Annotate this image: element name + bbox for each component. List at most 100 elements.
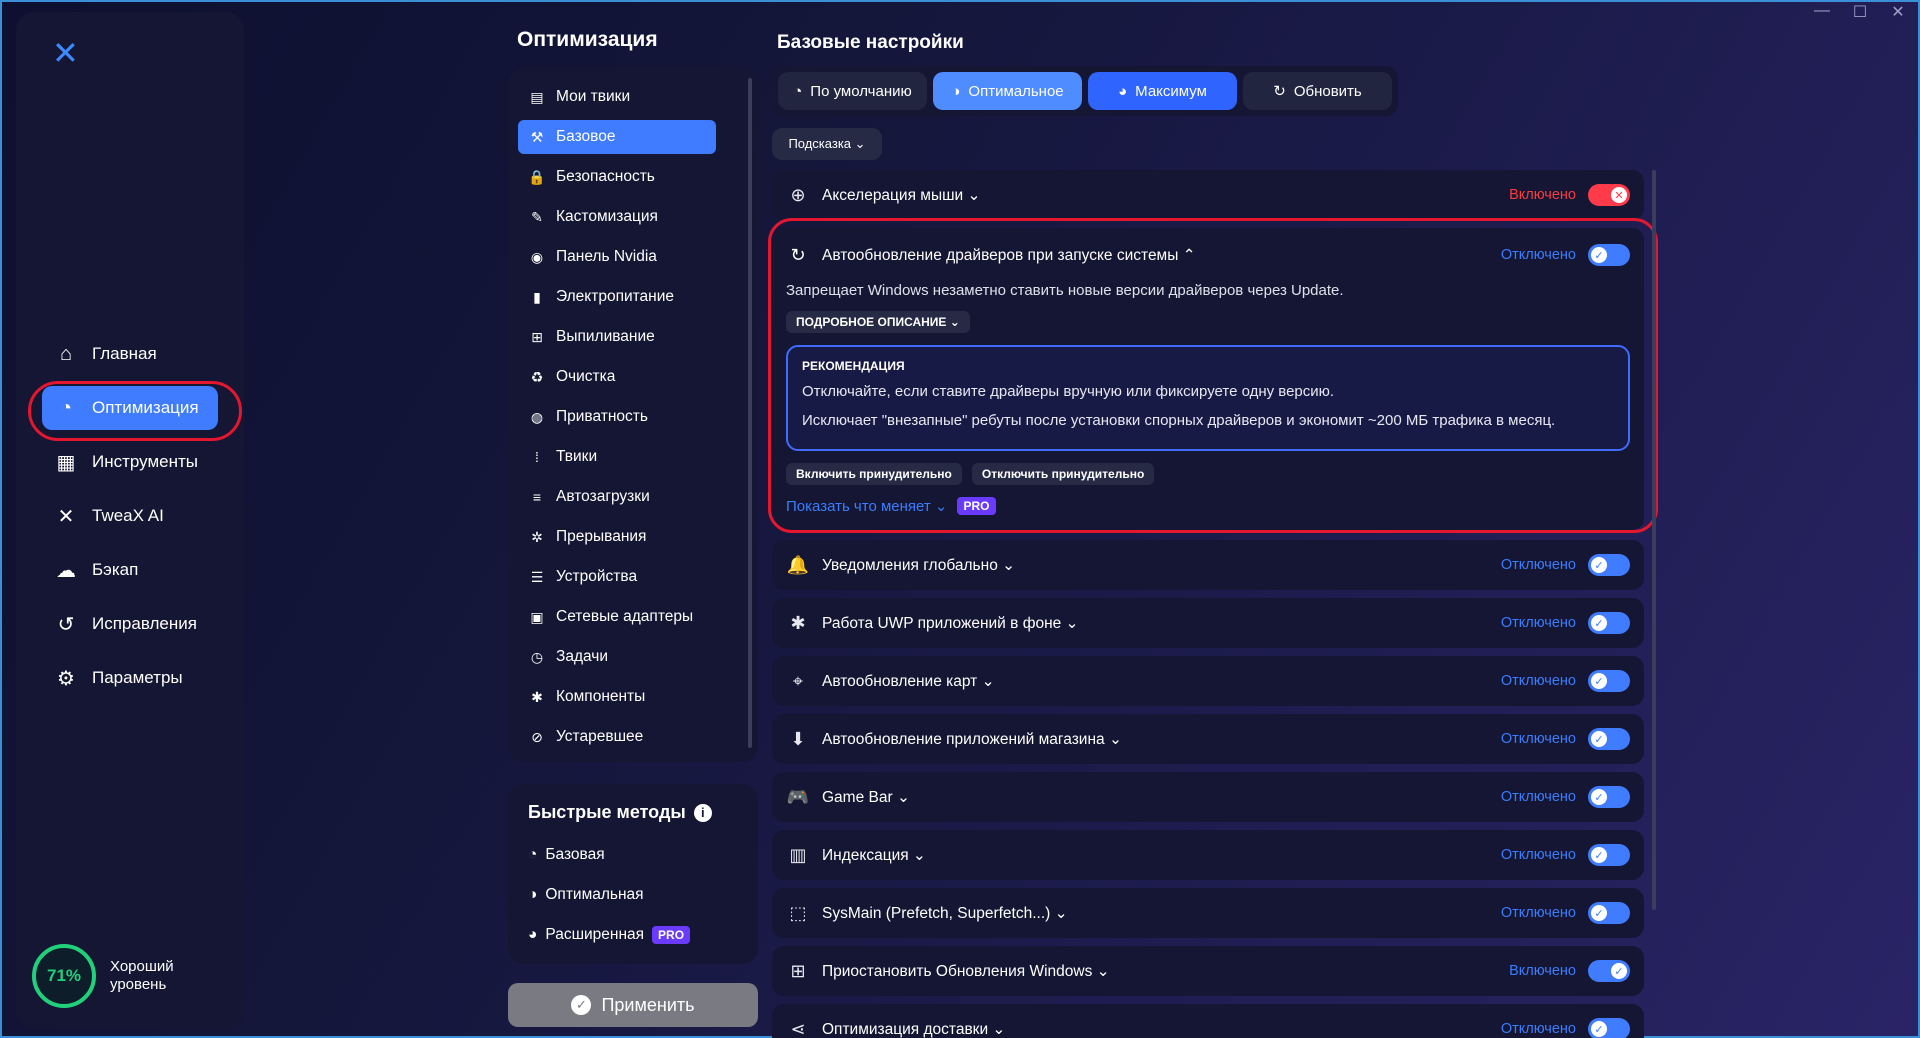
preset-icon: ◑ bbox=[951, 82, 961, 100]
battery-icon: ▮ bbox=[533, 288, 541, 305]
home-icon: ⌂ bbox=[59, 342, 73, 365]
category-item[interactable]: ☰ Устройства bbox=[518, 560, 716, 594]
gear-icon: ⚙ bbox=[57, 667, 75, 690]
x-icon: ✕ bbox=[1611, 187, 1627, 203]
brush-icon: ✎ bbox=[531, 208, 543, 225]
setting-toggle[interactable]: ✓ bbox=[1588, 670, 1630, 692]
category-scrollbar[interactable] bbox=[748, 78, 752, 748]
preset-button[interactable]: ◔ По умолчанию bbox=[778, 72, 927, 110]
setting-label: Акселерация мыши ⌄ bbox=[822, 186, 981, 204]
category-item[interactable]: ✎ Кастомизация bbox=[518, 200, 716, 234]
nav-item-label: Главная bbox=[92, 344, 157, 363]
setting-row[interactable]: ⋖ Оптимизация доставки ⌄ Отключено ✓ bbox=[772, 1004, 1644, 1038]
category-label: Компоненты bbox=[556, 688, 646, 705]
settings-list: ⊕ Акселерация мыши ⌄ Включено ✕ ↻ Автообнов… bbox=[772, 170, 1644, 1038]
preset-button[interactable]: ◑ Оптимальное bbox=[933, 72, 1082, 110]
category-item[interactable]: ✲ Прерывания bbox=[518, 520, 716, 554]
force-enable-button[interactable]: Включить принудительно bbox=[786, 463, 962, 485]
setting-toggle[interactable]: ✓ bbox=[1588, 786, 1630, 808]
category-item[interactable]: ▮ Электропитание bbox=[518, 280, 716, 314]
deprecated-icon: ⊘ bbox=[531, 728, 543, 745]
category-item[interactable]: ≡ Автозагрузки bbox=[518, 480, 716, 514]
setting-row[interactable]: ⊞ Приостановить Обновления Windows ⌄ Включ… bbox=[772, 946, 1644, 996]
setting-toggle[interactable]: ✓ bbox=[1588, 728, 1630, 750]
preset-button[interactable]: ◕ Максимум bbox=[1088, 72, 1237, 110]
history-icon: ↺ bbox=[57, 613, 75, 636]
category-label: Очистка bbox=[556, 368, 616, 385]
minimize-icon[interactable]: — bbox=[1812, 2, 1832, 22]
expanded-header[interactable]: ↻ Автообновление драйверов при запуске с… bbox=[786, 242, 1630, 268]
quick-method-item[interactable]: ◑ Оптимальная bbox=[528, 875, 758, 915]
nav-item-2[interactable]: ▦ Инструменты bbox=[42, 440, 218, 484]
category-item[interactable]: ♻ Очистка bbox=[518, 360, 716, 394]
setting-toggle[interactable]: ✓ bbox=[1588, 554, 1630, 576]
check-icon: ✓ bbox=[1591, 615, 1607, 631]
category-item[interactable]: 🔒 Безопасность bbox=[518, 160, 716, 194]
setting-row[interactable]: ⊕ Акселерация мыши ⌄ Включено ✕ bbox=[772, 170, 1644, 220]
setting-toggle[interactable]: ✕ bbox=[1588, 184, 1630, 206]
setting-toggle[interactable]: ✓ bbox=[1588, 844, 1630, 866]
category-item[interactable]: ▣ Сетевые адаптеры bbox=[518, 600, 716, 634]
setting-row[interactable]: ⬚ SysMain (Prefetch, Superfetch...) ⌄ Откл… bbox=[772, 888, 1644, 938]
show-changes-row: Показать что меняет ⌄ PRO bbox=[786, 497, 1630, 515]
nav-item-1[interactable]: ◔ Оптимизация bbox=[42, 386, 218, 430]
nav-item-0[interactable]: ⌂ Главная bbox=[42, 332, 218, 376]
nav-item-5[interactable]: ↺ Исправления bbox=[42, 602, 218, 646]
setting-toggle[interactable]: ✓ bbox=[1588, 902, 1630, 924]
preset-icon: ◕ bbox=[1118, 82, 1128, 100]
setting-status: Отключено bbox=[1500, 789, 1576, 805]
level-ring: 71% bbox=[32, 944, 96, 1008]
setting-toggle[interactable]: ✓ bbox=[1588, 1018, 1630, 1038]
quick-method-item[interactable]: ◕ Расширенная PRO bbox=[528, 915, 758, 955]
hint-button[interactable]: Подсказка ⌄ bbox=[772, 128, 882, 160]
preset-icon: ◔ bbox=[793, 82, 803, 100]
apply-label: Применить bbox=[601, 994, 695, 1015]
nvidia-icon: ◉ bbox=[530, 248, 544, 265]
setting-toggle[interactable]: ✓ bbox=[1588, 244, 1630, 266]
windows-icon: ⊞ bbox=[531, 328, 543, 345]
nav-item-4[interactable]: ☁ Бэкап bbox=[42, 548, 218, 592]
category-item[interactable]: ✱ Компоненты bbox=[518, 680, 716, 714]
preset-button[interactable]: ↻ Обновить bbox=[1243, 72, 1392, 110]
nav-item-6[interactable]: ⚙ Параметры bbox=[42, 656, 218, 700]
category-item[interactable]: ⊘ Устаревшее bbox=[518, 720, 716, 754]
nav-item-label: Инструменты bbox=[92, 452, 199, 471]
check-icon: ✓ bbox=[1591, 731, 1607, 747]
force-disable-button[interactable]: Отключить принудительно bbox=[971, 463, 1155, 485]
check-icon: ✓ bbox=[1591, 1021, 1607, 1037]
category-label: Кастомизация bbox=[556, 208, 658, 225]
show-changes-link[interactable]: Показать что меняет ⌄ bbox=[786, 497, 947, 515]
category-item[interactable]: ◷ Задачи bbox=[518, 640, 716, 674]
close-icon[interactable]: ✕ bbox=[1888, 2, 1908, 22]
nav-item-3[interactable]: ✕ TweaX AI bbox=[42, 494, 218, 538]
category-item[interactable]: ◉ Панель Nvidia bbox=[518, 240, 716, 274]
info-icon[interactable]: i bbox=[693, 803, 712, 822]
preset-label: По умолчанию bbox=[810, 82, 912, 100]
main-scrollbar[interactable] bbox=[1652, 170, 1656, 910]
quick-method-item[interactable]: ◔ Базовая bbox=[528, 835, 758, 875]
category-label: Устаревшее bbox=[556, 728, 644, 745]
maximize-icon[interactable]: ☐ bbox=[1850, 2, 1870, 22]
setting-toggle[interactable]: ✓ bbox=[1588, 612, 1630, 634]
category-item[interactable]: ⊞ Выпиливание bbox=[518, 320, 716, 354]
setting-status: Отключено bbox=[1500, 905, 1576, 921]
setting-row[interactable]: 🎮 Game Bar ⌄ Отключено ✓ bbox=[772, 772, 1644, 822]
category-item[interactable]: ⚒ Базовое bbox=[518, 120, 716, 154]
category-label: Устройства bbox=[556, 568, 638, 585]
setting-row[interactable]: ⬇ Автообновление приложений магазина ⌄ Отк… bbox=[772, 714, 1644, 764]
category-item[interactable]: ▤ Мои твики bbox=[518, 80, 716, 114]
category-label: Автозагрузки bbox=[556, 488, 650, 505]
setting-row[interactable]: ⌖ Автообновление карт ⌄ Отключено ✓ bbox=[772, 656, 1644, 706]
setting-row[interactable]: 🔔 Уведомления глобально ⌄ Отключено ✓ bbox=[772, 540, 1644, 590]
setting-label: Оптимизация доставки ⌄ bbox=[822, 1020, 1006, 1038]
setting-row[interactable]: ▥ Индексация ⌄ Отключено ✓ bbox=[772, 830, 1644, 880]
detail-button[interactable]: ПОДРОБНОЕ ОПИСАНИЕ ⌄ bbox=[786, 311, 970, 333]
pro-badge: PRO bbox=[957, 497, 996, 515]
category-item[interactable]: ⁞ Твики bbox=[518, 440, 716, 474]
setting-label: Автообновление драйверов при запуске сис… bbox=[822, 246, 1196, 264]
setting-row[interactable]: ✱ Работа UWP приложений в фоне ⌄ Отключено… bbox=[772, 598, 1644, 648]
setting-toggle[interactable]: ✓ bbox=[1588, 960, 1630, 982]
apply-button[interactable]: ✓ Применить bbox=[508, 983, 758, 1027]
category-item[interactable]: ◍ Приватность bbox=[518, 400, 716, 434]
check-icon: ✓ bbox=[1591, 247, 1607, 263]
